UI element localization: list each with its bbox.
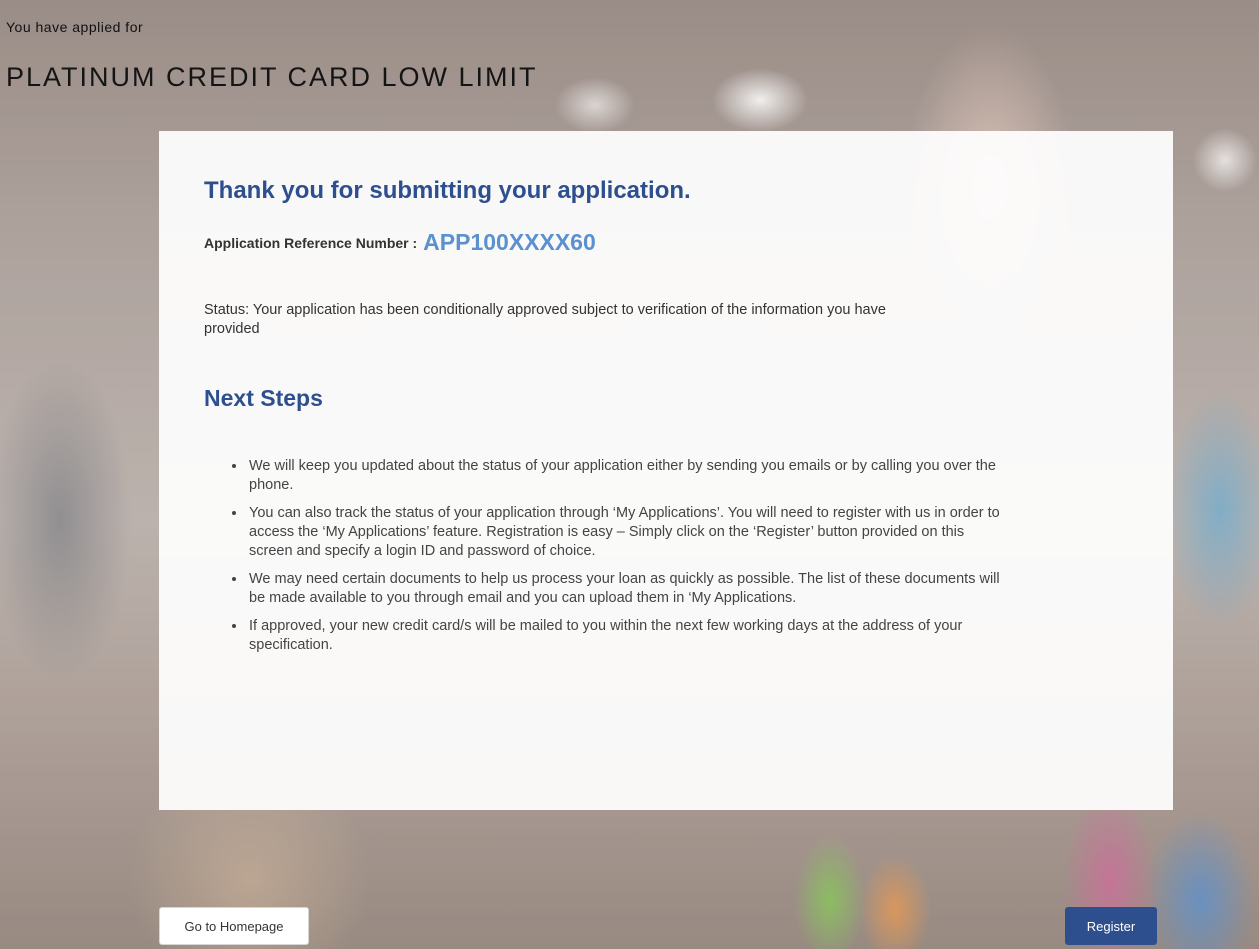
- list-item: We may need certain documents to help us…: [247, 570, 1007, 608]
- status-text: Status: Your application has been condit…: [204, 302, 886, 337]
- reference-label: Application Reference Number :: [204, 234, 418, 251]
- product-title: PLATINUM CREDIT CARD LOW LIMIT: [6, 62, 538, 92]
- list-item: You can also track the status of your ap…: [247, 504, 1007, 561]
- reference-number: APP100XXXX60: [423, 229, 596, 255]
- register-button[interactable]: Register: [1065, 907, 1157, 945]
- applied-for-label: You have applied for: [6, 19, 144, 35]
- next-steps-list: We will keep you updated about the statu…: [229, 457, 1007, 664]
- list-item: If approved, your new credit card/s will…: [247, 617, 1007, 655]
- next-steps-heading: Next Steps: [204, 385, 323, 411]
- thank-you-heading: Thank you for submitting your applicatio…: [204, 177, 691, 204]
- reference-row: Application Reference Number : APP100XXX…: [204, 229, 596, 256]
- confirmation-panel: Thank you for submitting your applicatio…: [159, 131, 1173, 810]
- go-to-homepage-button[interactable]: Go to Homepage: [159, 907, 309, 945]
- list-item: We will keep you updated about the statu…: [247, 457, 1007, 495]
